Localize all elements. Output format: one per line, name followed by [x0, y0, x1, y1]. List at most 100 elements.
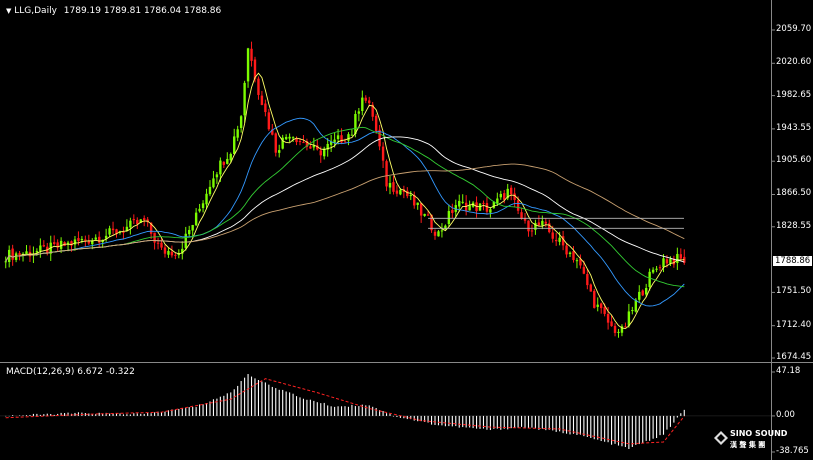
candle-body	[309, 146, 312, 149]
macd-label: MACD(12,26,9) 6.672 -0.322	[6, 367, 135, 377]
ma-long-line	[5, 136, 685, 263]
candle-body	[423, 213, 426, 216]
candle-body	[52, 242, 56, 244]
candle-body	[572, 251, 575, 261]
candle-body	[222, 161, 226, 165]
candle-body	[229, 153, 232, 161]
candle-body	[236, 129, 239, 138]
candle-body	[208, 186, 212, 195]
current-price-tag: 1788.86	[773, 256, 813, 266]
candle-body	[527, 220, 530, 232]
candle-body	[596, 304, 599, 307]
candle-body	[426, 214, 430, 216]
candle-body	[319, 150, 322, 156]
candle-body	[381, 146, 385, 161]
candle-body	[260, 95, 264, 105]
price-tick-label: 1866.50	[776, 188, 812, 199]
candle-body	[243, 82, 246, 116]
candle-body	[551, 232, 554, 239]
candle-body	[586, 273, 589, 286]
candle-body	[516, 200, 520, 211]
candle-body	[399, 189, 402, 195]
candle-body	[593, 290, 596, 308]
candle-body	[267, 112, 271, 130]
candle-body	[361, 97, 364, 112]
candle-body	[541, 220, 544, 226]
candle-body	[458, 200, 461, 207]
candle-body	[239, 116, 243, 128]
candle-body	[129, 220, 132, 228]
candle-body	[468, 205, 471, 211]
ma-fast-line	[5, 72, 685, 330]
candle-body	[641, 290, 644, 296]
candle-body	[194, 212, 198, 226]
candle-body	[378, 129, 381, 147]
candle-body	[167, 250, 170, 255]
candle-body	[198, 208, 201, 212]
dropdown-triangle-icon[interactable]: ▼	[6, 7, 11, 15]
price-chart-svg[interactable]	[0, 0, 813, 460]
candle-body	[676, 253, 679, 263]
brand-name: SINO SOUND	[730, 429, 788, 438]
price-tick-label: 2059.70	[776, 24, 812, 34]
price-tick-label: 2020.60	[776, 57, 812, 68]
candle-body	[288, 136, 291, 139]
candle-body	[215, 174, 219, 178]
candle-body	[565, 245, 568, 255]
candle-body	[395, 190, 399, 194]
candle-body	[336, 135, 340, 140]
price-tick-label: 1982.65	[776, 89, 812, 100]
ohlc-values: 1789.19 1789.81 1786.04 1788.86	[63, 6, 222, 16]
candle-body	[464, 202, 468, 212]
candle-body	[589, 284, 592, 292]
candle-body	[437, 231, 440, 237]
candle-body	[350, 134, 354, 136]
candle-body	[205, 193, 208, 205]
candle-body	[274, 133, 277, 153]
macd-series	[0, 374, 771, 449]
candlestick-series	[4, 41, 686, 338]
candle-body	[651, 269, 655, 273]
moving-average-series	[5, 72, 685, 330]
candle-body	[388, 183, 392, 188]
candle-body	[617, 331, 620, 333]
candle-body	[374, 115, 378, 132]
candle-body	[278, 150, 281, 153]
candle-body	[503, 193, 506, 200]
candle-body	[530, 230, 534, 232]
candle-body	[42, 245, 46, 247]
candle-body	[669, 258, 672, 264]
price-tick-label: 1674.45	[776, 352, 812, 362]
candle-body	[291, 137, 295, 139]
candle-body	[575, 260, 579, 262]
candle-body	[174, 254, 177, 256]
candle-body	[35, 251, 39, 253]
candle-body	[226, 158, 229, 164]
candle-body	[143, 218, 146, 221]
diamond-logo-icon	[714, 431, 728, 445]
candle-body	[250, 48, 253, 61]
candle-body	[433, 231, 437, 236]
candle-body	[658, 267, 662, 269]
ma-longer-line	[5, 163, 685, 262]
candle-body	[246, 48, 250, 82]
candle-body	[170, 251, 174, 256]
ma-mid-line	[5, 117, 685, 307]
candle-body	[302, 142, 305, 144]
candle-body	[447, 211, 451, 224]
candle-body	[631, 310, 634, 312]
candle-body	[94, 237, 97, 240]
candle-body	[4, 261, 7, 263]
candle-body	[624, 326, 627, 328]
candle-body	[509, 187, 513, 195]
header-dropdown[interactable]: ▼ LLG,Daily 1789.19 1789.81 1786.04 1788…	[6, 6, 221, 16]
candle-body	[122, 231, 125, 233]
candle-body	[357, 111, 361, 114]
candle-body	[679, 254, 683, 259]
candle-body	[295, 138, 298, 143]
candle-body	[627, 311, 631, 326]
candle-body	[340, 135, 343, 143]
candle-body	[153, 232, 156, 243]
candle-body	[111, 228, 115, 231]
trading-chart[interactable]: ▼ LLG,Daily 1789.19 1789.81 1786.04 1788…	[0, 0, 813, 460]
